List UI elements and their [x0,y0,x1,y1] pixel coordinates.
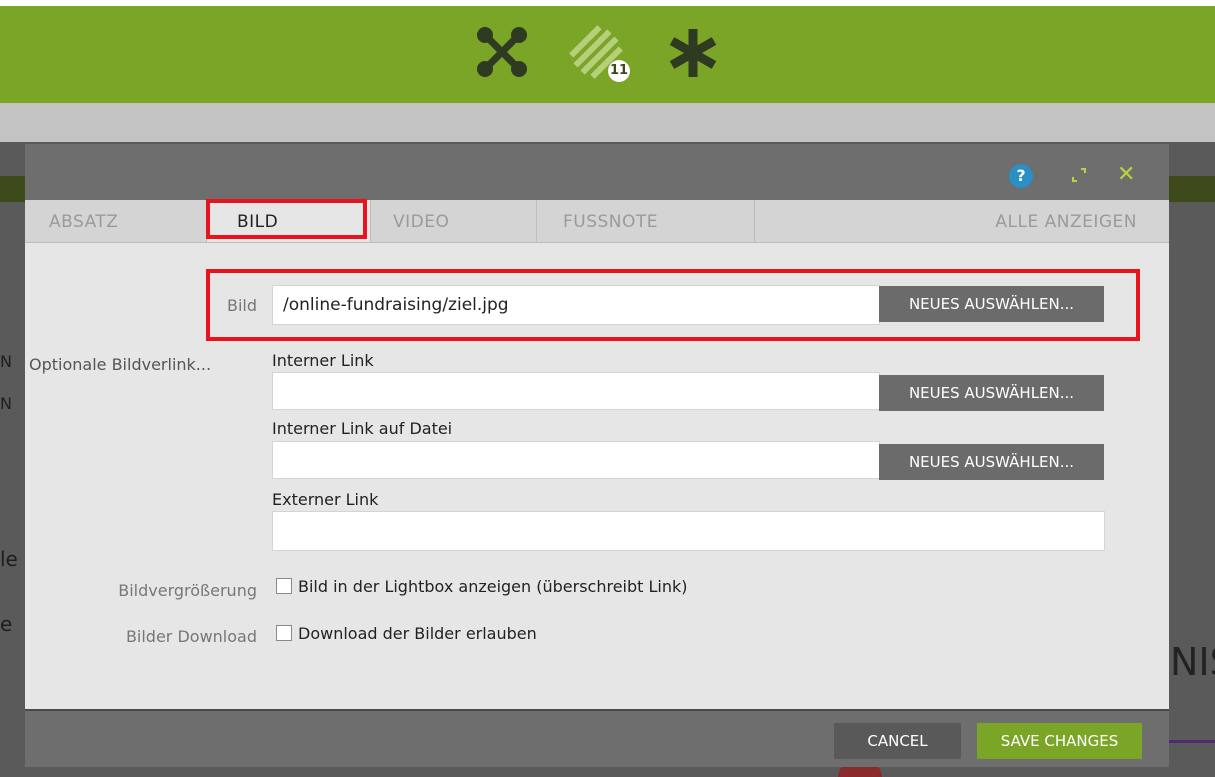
internal-file-title: Interner Link auf Datei [272,419,453,438]
internal-link-select-button[interactable]: NEUES AUSWÄHLEN... [879,375,1104,411]
top-border [0,0,1215,6]
expand-icon[interactable] [1071,167,1087,183]
cancel-button[interactable]: CANCEL [834,723,961,759]
background-text: N [0,352,12,371]
optional-links-label: Optionale Bildverlink... [29,355,212,374]
help-icon[interactable]: ? [1009,164,1033,188]
notification-badge: 11 [608,60,630,82]
lightbox-checkbox[interactable] [276,578,292,594]
tab-alle-anzeigen[interactable]: ALLE ANZEIGEN [755,200,1169,242]
download-option: Download der Bilder erlauben [276,624,537,643]
background-text: le [0,547,18,571]
external-link-input[interactable] [272,511,1105,551]
tab-highlight [206,199,367,239]
download-checkbox[interactable] [276,625,292,641]
lightbox-option: Bild in der Lightbox anzeigen (überschre… [276,577,688,596]
dialog-header: ? ✕ [25,144,1169,200]
tab-absatz[interactable]: ABSATZ [25,200,207,242]
close-icon[interactable]: ✕ [1117,162,1135,188]
bild-highlight [206,269,1140,341]
background-text: e [0,612,13,636]
internal-link-input[interactable] [272,372,880,410]
top-app-bar: 11 [0,0,1215,103]
background-heading: NIS [1170,640,1215,684]
background-text: N [0,394,12,413]
dialog-tabs: ABSATZ BILD VIDEO FUSSNOTE ALLE ANZEIGEN [25,200,1169,243]
tab-video[interactable]: VIDEO [371,200,537,242]
image-settings-dialog: ? ✕ ABSATZ BILD VIDEO FUSSNOTE ALLE ANZE… [25,144,1169,767]
tab-fussnote[interactable]: FUSSNOTE [537,200,755,242]
internal-link-title: Interner Link [272,351,374,370]
internal-file-select-button[interactable]: NEUES AUSWÄHLEN... [879,444,1104,480]
internal-file-input[interactable] [272,441,880,479]
lightbox-checkbox-label[interactable]: Bild in der Lightbox anzeigen (überschre… [298,577,688,596]
external-link-title: Externer Link [272,490,379,509]
secondary-bar [0,103,1215,142]
toolbar-icons: 11 [470,22,740,82]
save-changes-button[interactable]: SAVE CHANGES [977,723,1142,759]
download-label: Bilder Download [125,627,257,646]
asterisk-icon[interactable] [666,26,720,80]
download-checkbox-label[interactable]: Download der Bilder erlauben [298,624,537,643]
zoom-label: Bildvergrößerung [118,581,257,600]
dialog-footer: CANCEL SAVE CHANGES [25,709,1169,767]
network-icon[interactable] [476,26,528,78]
